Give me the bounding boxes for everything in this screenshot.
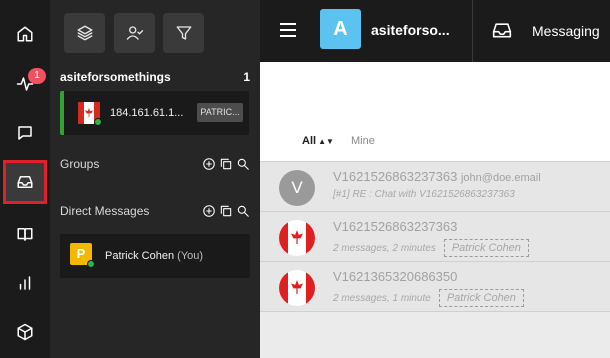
- site-title[interactable]: asiteforso...: [371, 22, 450, 38]
- online-status-dot: [94, 118, 102, 126]
- top-bar: A asiteforso... Messaging: [260, 0, 610, 62]
- assignee-badge: Patrick Cohen: [443, 239, 529, 257]
- inbox-icon[interactable]: [3, 160, 47, 204]
- notification-badge: 1: [28, 68, 46, 84]
- home-icon[interactable]: [5, 14, 45, 54]
- book-icon[interactable]: [5, 214, 45, 254]
- inbox-icon: [492, 21, 512, 39]
- direct-messages-section: Direct Messages: [60, 204, 250, 222]
- groups-section: Groups: [60, 157, 250, 175]
- section-title: Messaging: [532, 23, 600, 39]
- copy-icon[interactable]: [219, 204, 233, 218]
- canada-flag-icon: [279, 270, 315, 306]
- chat-subtitle: [#1] RE : Chat with V1621526863237363: [333, 189, 515, 200]
- add-direct-message-icon[interactable]: [202, 204, 216, 218]
- bar-chart-icon[interactable]: [5, 263, 45, 303]
- menu-icon[interactable]: [278, 20, 298, 40]
- conversation-list-area: All ▲▼ Mine V V1621526863237363 john@doe.…: [260, 62, 610, 358]
- search-icon[interactable]: [236, 204, 250, 218]
- direct-message-item[interactable]: P Patrick Cohen (You): [60, 234, 250, 278]
- add-group-icon[interactable]: [202, 157, 216, 171]
- icon-rail: 1: [0, 0, 50, 358]
- conversation-ip: 184.161.61.1...: [110, 107, 184, 119]
- user-check-icon: [126, 26, 143, 40]
- chat-title: V1621365320686350: [333, 269, 458, 284]
- avatar: V: [279, 170, 315, 206]
- dm-user-name: Patrick Cohen (You): [105, 250, 204, 262]
- active-conversation[interactable]: 184.161.61.1... PATRIC...: [60, 91, 249, 135]
- sort-icon: ▲▼: [318, 137, 334, 146]
- divider: [472, 0, 473, 62]
- filter-all-tab[interactable]: All ▲▼: [302, 135, 334, 147]
- search-icon[interactable]: [236, 157, 250, 171]
- online-status-dot: [87, 260, 95, 268]
- direct-messages-label: Direct Messages: [60, 204, 150, 218]
- canada-flag-icon: [279, 220, 315, 256]
- filter-button[interactable]: [163, 13, 204, 53]
- site-count: 1: [243, 70, 250, 84]
- copy-icon[interactable]: [219, 157, 233, 171]
- chat-title: V1621526863237363 john@doe.email: [333, 169, 541, 184]
- conversations-panel: asiteforsomethings 1 184.161.61.1... PAT…: [50, 0, 260, 358]
- layers-button[interactable]: [64, 13, 105, 53]
- groups-label: Groups: [60, 157, 100, 171]
- assignee-tag: PATRIC...: [197, 103, 243, 122]
- chat-list-item[interactable]: V V1621526863237363 john@doe.email [#1] …: [260, 162, 610, 212]
- package-icon[interactable]: [5, 312, 45, 352]
- user-check-button[interactable]: [114, 13, 155, 53]
- filter-mine-tab[interactable]: Mine: [351, 135, 375, 147]
- chat-title: V1621526863237363: [333, 219, 458, 234]
- site-header[interactable]: asiteforsomethings 1: [60, 70, 250, 86]
- chat-icon[interactable]: [5, 113, 45, 153]
- filter-bar: All ▲▼ Mine: [260, 62, 610, 162]
- chat-subtitle: 2 messages, 1 minute Patrick Cohen: [333, 289, 524, 307]
- assignee-badge: Patrick Cohen: [438, 289, 524, 307]
- chat-list-item[interactable]: V1621365320686350 2 messages, 1 minute P…: [260, 262, 610, 312]
- chat-list-item[interactable]: V1621526863237363 2 messages, 2 minutes …: [260, 212, 610, 262]
- chat-subtitle: 2 messages, 2 minutes Patrick Cohen: [333, 239, 529, 257]
- layers-icon: [77, 25, 92, 41]
- filter-icon: [176, 26, 191, 40]
- site-avatar[interactable]: A: [320, 9, 361, 49]
- site-name: asiteforsomethings: [60, 70, 171, 84]
